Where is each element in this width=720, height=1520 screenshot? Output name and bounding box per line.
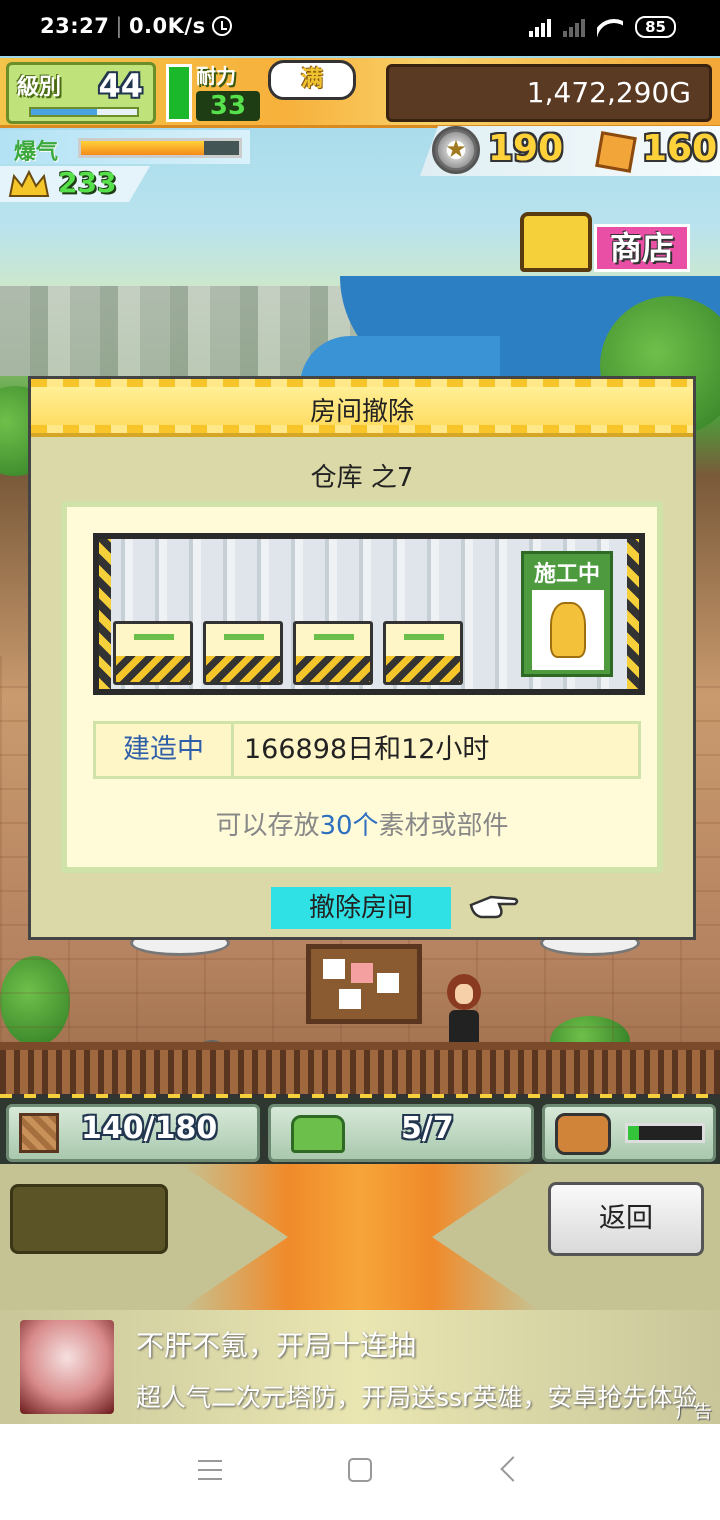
menu-icon[interactable] (198, 1460, 222, 1480)
construction-sign: 施工中 (521, 551, 613, 677)
storage-crate (203, 621, 283, 685)
bottom-panel: 返回 (0, 1164, 720, 1310)
bottom-hud: 140/180 5/7 (0, 1094, 720, 1164)
level-progress-bar (29, 107, 139, 117)
popularity-value: 233 (58, 166, 117, 199)
shop-label: 商店 (594, 224, 690, 272)
vehicle-count: 5/7 (401, 1111, 454, 1146)
stamina-fill (169, 67, 189, 119)
rage-bar (78, 138, 242, 158)
wifi-icon (597, 17, 623, 37)
stamina-value: 33 (196, 91, 260, 121)
back-icon[interactable] (500, 1456, 526, 1482)
status-bar: 23:27 | 0.0K/s 85 (0, 0, 720, 56)
capacity-prefix: 可以存放 (215, 811, 320, 841)
gold-display[interactable]: 1,472,290G (386, 64, 712, 122)
pet-bar-fill (628, 1126, 640, 1140)
storage-crate (293, 621, 373, 685)
battery-icon: 85 (635, 16, 676, 38)
level-panel[interactable]: 級別 44 (6, 62, 156, 124)
network-speed: 0.0K/s (128, 14, 206, 38)
status-left: 23:27 | 0.0K/s (40, 14, 232, 38)
crate-icon (19, 1113, 59, 1153)
pet-icon (555, 1113, 611, 1155)
sign-picture (532, 590, 604, 670)
hazard-stripe (99, 539, 111, 689)
material-box-icon (595, 131, 637, 173)
ad-image[interactable] (20, 1320, 114, 1414)
status-separator: | (115, 14, 123, 38)
room-preview: 施工中 (93, 533, 645, 695)
storage-crate (383, 621, 463, 685)
capacity-count: 30个 (319, 811, 379, 841)
stamina-label: 耐力 (196, 64, 236, 88)
shop-button[interactable]: 商店 (520, 206, 694, 278)
room-name: 仓库 之7 (310, 463, 414, 493)
empty-slot (10, 1184, 168, 1254)
status-label: 建造中 (96, 724, 234, 776)
crown-icon (8, 169, 50, 197)
bear-icon (550, 602, 586, 658)
rage-label: 爆气 (14, 140, 59, 165)
back-button[interactable]: 返回 (548, 1182, 704, 1256)
construction-status-row: 建造中 166898日和12小时 (93, 721, 641, 779)
vehicle-icon (291, 1115, 345, 1153)
stamina-bar (166, 64, 192, 122)
ad-text[interactable]: 超人气二次元塔防，开局送ssr英雄，安卓抢先体验 (136, 1378, 696, 1414)
remove-room-button[interactable]: 撤除房间 (271, 887, 451, 929)
medal-icon: ★ (432, 126, 480, 174)
room-info-panel: 施工中 建造中 166898日和12小时 可以存放30个素材或部件 (61, 501, 663, 873)
capacity-suffix: 素材或部件 (378, 811, 509, 841)
stamina-panel[interactable]: 耐力 33 (196, 60, 260, 121)
capacity-text: 可以存放30个素材或部件 (67, 805, 657, 842)
alarm-icon (211, 16, 232, 36)
ad-tag: 广告 (676, 1402, 712, 1423)
level-value: 44 (98, 67, 143, 105)
hazard-stripe (627, 539, 639, 689)
level-progress-fill (31, 109, 97, 115)
stamina-status-bubble: 满 (268, 60, 356, 100)
ad-banner[interactable]: 不肝不氪，开局十连抽 超人气二次元塔防，开局送ssr英雄，安卓抢先体验 广告 (0, 1310, 720, 1424)
construction-sign-text: 施工中 (533, 562, 600, 587)
room-wall: 施工中 (99, 539, 639, 689)
clock: 23:27 (40, 14, 110, 38)
treasure-chest-icon (520, 212, 592, 272)
storage-crate (113, 621, 193, 685)
medal-count: 190 (488, 128, 564, 169)
rage-fill (81, 141, 205, 155)
status-value: 166898日和12小时 (244, 734, 490, 765)
ad-title[interactable]: 不肝不氪，开局十连抽 (136, 1324, 416, 1364)
room-remove-dialog: 房间撤除 仓库 之7 施工中 建造中 166898日和12小时 可以存放30个素… (28, 376, 696, 940)
bulletin-board (306, 944, 422, 1024)
level-label: 級別 (17, 75, 62, 100)
signal-2-icon (563, 17, 586, 37)
signal-icon (529, 17, 552, 37)
pointing-hand-icon (469, 895, 519, 919)
status-right: 85 (529, 16, 676, 38)
dialog-title: 房间撤除 (309, 397, 414, 427)
fence (0, 1050, 720, 1094)
navigation-bar (0, 1424, 720, 1520)
material-count: 160 (642, 128, 718, 169)
vehicle-cell[interactable]: 5/7 (268, 1104, 534, 1162)
pet-cell[interactable] (542, 1104, 716, 1162)
pet-bar (625, 1123, 705, 1143)
storage-count: 140/180 (81, 1111, 218, 1146)
home-icon[interactable] (348, 1458, 372, 1482)
stamina-status: 满 (300, 67, 323, 92)
storage-cell[interactable]: 140/180 (6, 1104, 260, 1162)
